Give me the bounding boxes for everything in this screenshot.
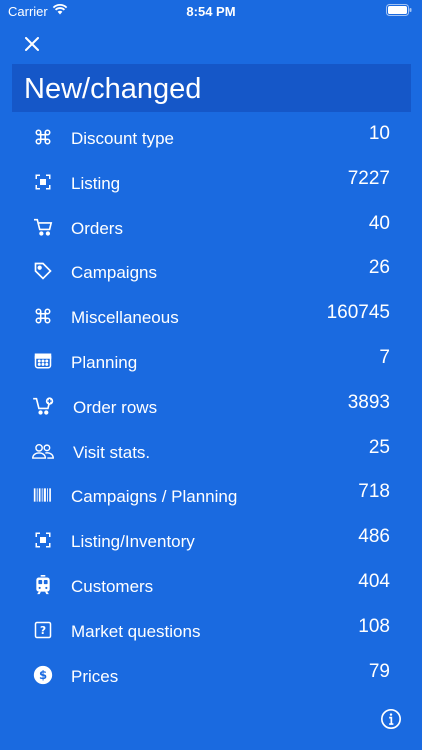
- row-value: 160745: [326, 302, 390, 324]
- dollar-circle-icon: $: [32, 664, 54, 686]
- tag-icon: [32, 260, 54, 282]
- title-bar: New/changed: [12, 64, 411, 112]
- row-value: 108: [358, 615, 390, 637]
- row-label: Miscellaneous: [71, 308, 179, 328]
- row-value: 404: [358, 570, 390, 592]
- page-title: New/changed: [24, 73, 202, 105]
- row-label: Listing: [71, 173, 121, 193]
- row-value: 26: [368, 257, 390, 279]
- close-button[interactable]: [20, 32, 44, 56]
- command-icon: [32, 305, 54, 327]
- list-item-listing-inventory[interactable]: Listing/Inventory 486: [0, 518, 422, 563]
- row-value: 718: [358, 481, 390, 503]
- list-item-campaigns-planning[interactable]: Campaigns / Planning 718: [0, 473, 422, 518]
- svg-text:?: ?: [40, 625, 46, 637]
- row-value: 3893: [347, 391, 390, 413]
- row-label: Prices: [71, 666, 119, 686]
- stats-list: Discount type 10 Listing 7227 Orders 40: [0, 115, 422, 697]
- calendar-icon: [32, 350, 54, 372]
- list-item-customers[interactable]: Customers 404: [0, 563, 422, 608]
- battery-icon: [386, 4, 412, 19]
- list-item-visit-stats[interactable]: Visit stats. 25: [0, 429, 422, 474]
- list-item-market-questions[interactable]: ? Market questions 108: [0, 608, 422, 653]
- command-icon: [32, 126, 54, 148]
- row-label: Listing/Inventory: [71, 532, 195, 552]
- list-item-listing[interactable]: Listing 7227: [0, 160, 422, 205]
- row-label: Customers: [71, 576, 154, 596]
- row-label: Discount type: [71, 129, 174, 148]
- scan-icon: [32, 171, 54, 193]
- info-icon: [381, 709, 401, 729]
- row-label: Visit stats.: [73, 442, 151, 462]
- list-item-miscellaneous[interactable]: Miscellaneous 160745: [0, 294, 422, 339]
- list-item-order-rows[interactable]: Order rows 3893: [0, 384, 422, 429]
- row-value: 25: [368, 436, 390, 458]
- row-value: 40: [368, 212, 390, 234]
- status-bar: Carrier 8:54 PM: [0, 0, 422, 24]
- tram-icon: [32, 574, 54, 596]
- row-value: 7227: [347, 167, 390, 189]
- info-button[interactable]: [380, 708, 402, 730]
- cart-icon: [32, 216, 54, 238]
- row-label: Campaigns: [71, 263, 157, 283]
- row-value: 7: [379, 346, 390, 368]
- list-item-discount-type[interactable]: Discount type 10: [0, 115, 422, 160]
- close-icon: [25, 37, 39, 51]
- row-label: Market questions: [71, 621, 201, 641]
- row-value: 486: [358, 526, 390, 548]
- people-icon: [32, 440, 54, 462]
- row-value: 79: [368, 660, 390, 682]
- row-label: Order rows: [73, 397, 158, 417]
- cart-add-icon: [32, 395, 54, 417]
- barcode-icon: [32, 484, 54, 506]
- list-item-prices[interactable]: $ Prices 79: [0, 653, 422, 698]
- row-label: Planning: [71, 352, 138, 372]
- svg-text:$: $: [39, 668, 47, 682]
- question-box-icon: ?: [32, 619, 54, 641]
- list-item-orders[interactable]: Orders 40: [0, 205, 422, 250]
- list-item-planning[interactable]: Planning 7: [0, 339, 422, 384]
- row-label: Orders: [71, 218, 123, 238]
- list-item-campaigns[interactable]: Campaigns 26: [0, 249, 422, 294]
- row-label: Campaigns / Planning: [71, 487, 238, 507]
- scan-icon: [32, 529, 54, 551]
- clock: 8:54 PM: [186, 4, 236, 19]
- row-value: 10: [368, 123, 390, 144]
